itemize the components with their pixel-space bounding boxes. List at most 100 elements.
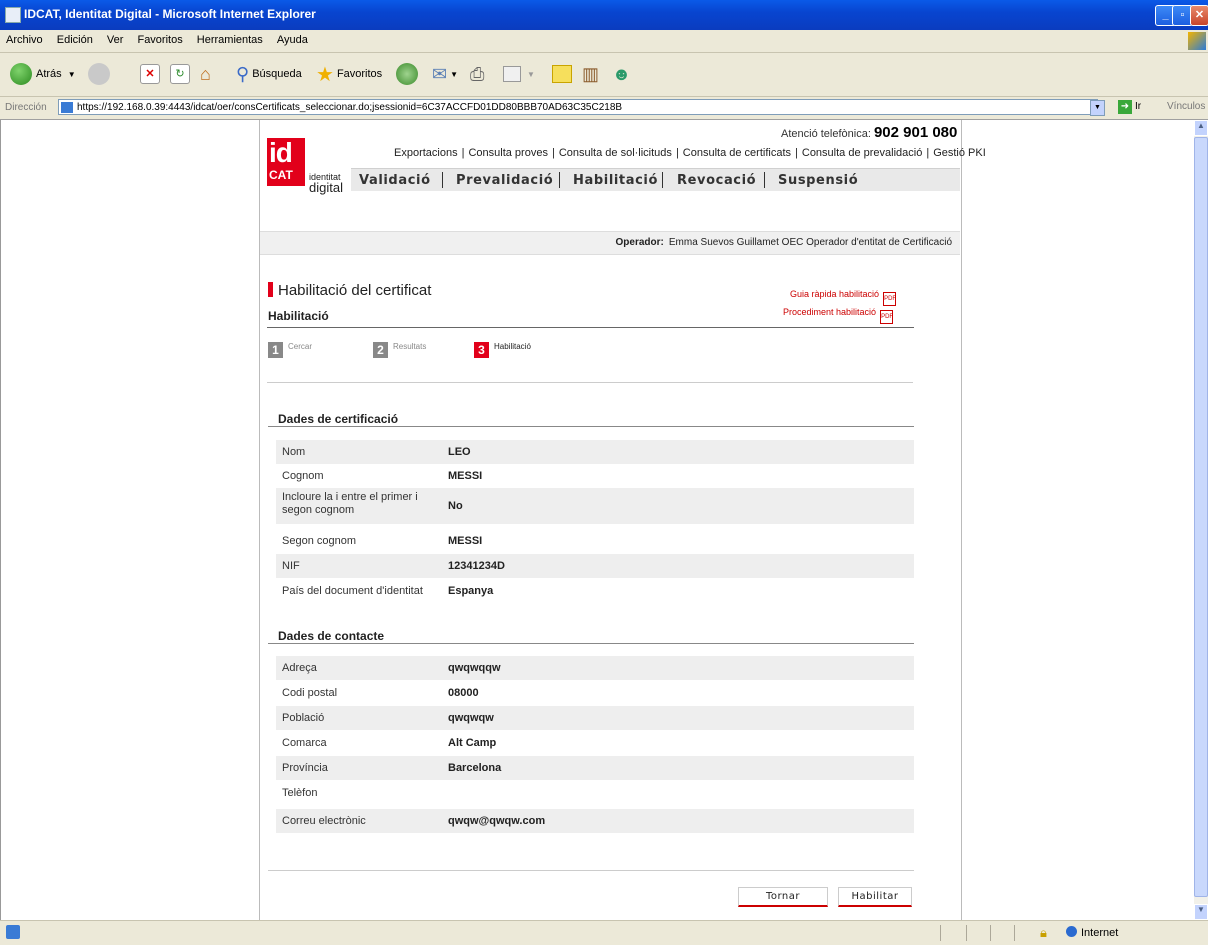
window-title: IDCAT, Identitat Digital - Microsoft Int… [24, 7, 316, 21]
pdf-icon: PDF [883, 292, 897, 306]
go-arrow-icon: ➜ [1118, 100, 1132, 114]
window-title-bar: IDCAT, Identitat Digital - Microsoft Int… [0, 0, 1208, 30]
windows-logo-icon [1188, 32, 1206, 50]
link-consulta-certificats[interactable]: Consulta de certificats [683, 147, 791, 159]
link-consulta-prevalidacio[interactable]: Consulta de prevalidació [802, 147, 922, 159]
note-icon [552, 65, 572, 83]
page-title: Habilitació del certificat [268, 282, 431, 299]
nav-revocacio[interactable]: Revocació [677, 173, 756, 188]
scroll-down-icon[interactable]: ▼ [1194, 904, 1208, 920]
pdf-icon: PDF [880, 310, 894, 324]
page-viewport: Atenció telefònica: 902 901 080 Exportac… [0, 120, 1195, 920]
ie-page-icon [5, 7, 21, 23]
vertical-scrollbar[interactable]: ▲ ▼ [1194, 120, 1208, 920]
page-icon [61, 102, 73, 113]
history-icon [396, 63, 418, 85]
links-button[interactable]: Vínculos [1167, 101, 1205, 112]
step-resultats: 2 Resultats [373, 342, 426, 358]
table-row: País del document d'identitat Espanya [282, 585, 494, 597]
table-row: Codi postal 08000 [282, 687, 479, 699]
stop-icon: ✕ [140, 64, 160, 84]
link-exportacions[interactable]: Exportacions [394, 147, 458, 159]
books-icon: ▥ [582, 63, 600, 84]
status-bar: 🔒︎ Internet [0, 920, 1208, 945]
page-right-border [961, 120, 962, 920]
stop-button[interactable]: ✕ [140, 61, 164, 87]
top-links: Exportacions | Consulta proves | Consulta de… [394, 147, 986, 159]
url-input[interactable]: https://192.168.0.39:4443/idcat/oer/cons… [58, 99, 1098, 115]
table-row: Cognom MESSI [282, 470, 483, 482]
back-button[interactable]: Atrás ▼ [10, 61, 76, 87]
refresh-icon: ↻ [170, 64, 190, 84]
url-dropdown-icon[interactable]: ▼ [1090, 100, 1105, 116]
section-contact-heading: Dades de contacte [278, 629, 385, 643]
printer-icon: ⎙ [470, 63, 485, 84]
link-consulta-proves[interactable]: Consulta proves [468, 147, 548, 159]
research-button[interactable]: ▥ [582, 61, 599, 87]
table-row: Nom LEO [276, 440, 914, 464]
address-bar: Dirección https://192.168.0.39:4443/idca… [0, 97, 1208, 120]
menu-ayuda[interactable]: Ayuda [274, 34, 311, 46]
search-button[interactable]: ⚲ Búsqueda [236, 61, 302, 87]
edit-button[interactable]: ▼ [503, 61, 535, 87]
star-icon: ★ [316, 63, 334, 86]
menu-favoritos[interactable]: Favoritos [134, 34, 185, 46]
forward-button[interactable] [88, 61, 114, 87]
menu-archivo[interactable]: Archivo [3, 34, 46, 46]
quick-guide-link[interactable]: Guia ràpida habilitació PDF [790, 289, 897, 306]
menu-herramientas[interactable]: Herramientas [194, 34, 266, 46]
nav-suspensio[interactable]: Suspensió [778, 173, 858, 188]
operator-bar: Operador: Emma Suevos Guillamet OEC Opera… [260, 231, 960, 255]
home-button[interactable]: ⌂ [200, 61, 211, 87]
history-button[interactable] [396, 61, 422, 87]
operator-value: Emma Suevos Guillamet OEC Operador d'ent… [668, 237, 952, 248]
table-row: Incloure la i entre el primer i segon co… [276, 488, 914, 524]
chevron-down-icon: ▼ [67, 69, 76, 79]
nav-validacio[interactable]: Validació [359, 173, 431, 188]
table-row: Comarca Alt Camp [282, 737, 497, 749]
table-row: Adreça qwqwqqw [276, 656, 914, 680]
enable-button[interactable]: Habilitar [838, 887, 912, 907]
address-label: Dirección [5, 102, 47, 113]
notes-button[interactable] [552, 61, 572, 87]
phone-number: 902 901 080 [873, 124, 958, 141]
table-row: NIF 12341234D [276, 554, 914, 578]
mail-button[interactable]: ✉ ▼ [432, 61, 458, 87]
refresh-button[interactable]: ↻ [170, 61, 194, 87]
page-subtitle: Habilitació [268, 309, 329, 323]
procedure-link[interactable]: Procediment habilitació PDF [783, 307, 894, 324]
close-button[interactable]: ✕ [1190, 5, 1208, 26]
home-icon: ⌂ [200, 63, 211, 84]
menu-ver[interactable]: Ver [104, 34, 127, 46]
back-button[interactable]: Tornar [738, 887, 828, 907]
step-cercar: 1 Cercar [268, 342, 312, 358]
table-row: Segon cognom MESSI [282, 535, 483, 547]
url-text: https://192.168.0.39:4443/idcat/oer/cons… [77, 102, 623, 113]
mail-icon: ✉ [432, 63, 448, 84]
go-button[interactable]: ➜ Ir [1118, 100, 1141, 114]
back-arrow-icon [10, 63, 32, 85]
menu-edicion[interactable]: Edición [54, 34, 96, 46]
favorites-button[interactable]: ★ Favoritos [316, 61, 382, 87]
lock-icon: 🔒︎ [1040, 925, 1047, 940]
table-row: Correu electrònic qwqw@qwqw.com [276, 809, 914, 833]
table-row: Població qwqwqw [276, 706, 914, 730]
idcat-logo[interactable]: id CAT identitat digital [267, 137, 349, 206]
nav-prevalidacio[interactable]: Prevalidació [456, 173, 553, 188]
scroll-up-icon[interactable]: ▲ [1194, 120, 1208, 136]
menu-bar: Archivo Edición Ver Favoritos Herramient… [0, 30, 1208, 53]
link-consulta-sollicituds[interactable]: Consulta de sol·licituds [559, 147, 672, 159]
messenger-button[interactable]: ☻ [612, 61, 631, 87]
ie-status-icon [6, 925, 20, 939]
step-habilitacio: 3 Habilitació [474, 342, 531, 358]
scroll-thumb[interactable] [1194, 137, 1208, 897]
link-gestio-pki[interactable]: Gestió PKI [933, 147, 986, 159]
globe-icon [1066, 926, 1077, 937]
main-nav: Validació Prevalidació Habilitació Revoc… [351, 168, 960, 191]
print-button[interactable]: ⎙ [470, 61, 484, 87]
security-zone: Internet [1066, 926, 1118, 939]
chevron-down-icon: ▼ [527, 69, 535, 79]
browser-toolbar: Atrás ▼ ✕ ↻ ⌂ ⚲ Búsqueda ★ Favoritos ✉ ▼… [0, 53, 1208, 97]
nav-habilitacio[interactable]: Habilitació [573, 173, 658, 188]
table-row: Província Barcelona [276, 756, 914, 780]
